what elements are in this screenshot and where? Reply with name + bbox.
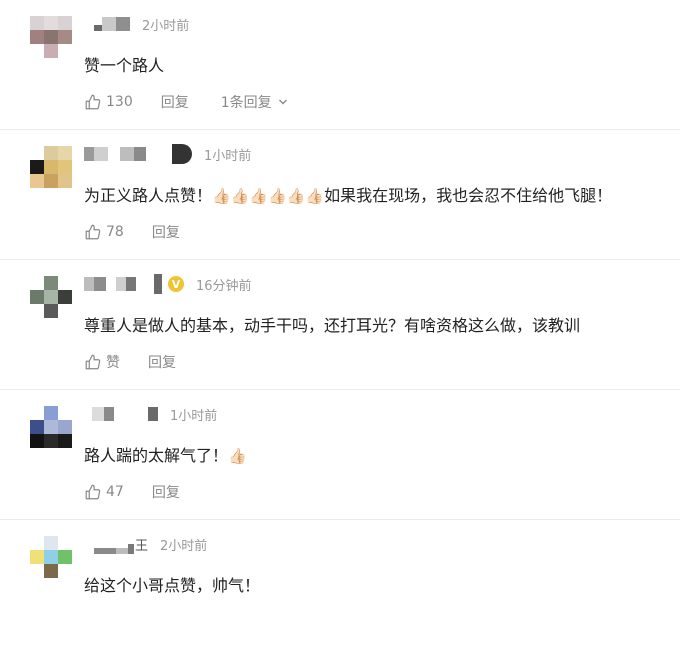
comment-actions: 130 回复 1条回复 [84, 92, 288, 112]
thumbs-up-icon [85, 484, 101, 500]
comment-meta: 1小时前 [84, 404, 217, 424]
username[interactable] [84, 407, 158, 421]
like-button[interactable]: 47 [84, 483, 124, 501]
comment-meta: V 16分钟前 [84, 274, 252, 294]
username[interactable]: 王 [84, 535, 148, 554]
comment-text: 为正义路人点赞！👍🏻👍🏻👍🏻👍🏻👍🏻👍🏻如果我在现场，我也会忍不住给他飞腿！ [84, 186, 613, 205]
avatar[interactable] [30, 536, 72, 578]
comment-list: 2小时前 赞一个路人 130 回复 1条回复 1小时前 为正义路人点赞！👍🏻👍🏻… [0, 0, 680, 650]
username[interactable] [84, 147, 146, 161]
thumbs-up-icon [85, 354, 101, 370]
thumbs-up-emoji: 👍🏻👍🏻👍🏻👍🏻👍🏻👍🏻 [212, 187, 325, 205]
comment-text: 给这个小哥点赞，帅气！ [84, 576, 261, 595]
like-count: 130 [106, 94, 133, 110]
like-label: 赞 [106, 355, 120, 371]
avatar[interactable] [30, 146, 72, 188]
username[interactable] [84, 274, 162, 294]
avatar[interactable] [30, 16, 72, 58]
comment-time: 2小时前 [160, 538, 208, 554]
comment-item: 王 2小时前 给这个小哥点赞，帅气！ [0, 520, 680, 650]
comment-item: 2小时前 赞一个路人 130 回复 1条回复 [0, 0, 680, 130]
reply-button[interactable]: 回复 [152, 482, 180, 502]
like-count: 47 [106, 484, 124, 500]
avatar[interactable] [30, 406, 72, 448]
reply-count-label: 1条回复 [220, 95, 272, 111]
thumbs-up-icon [85, 224, 101, 240]
comment-time: 1小时前 [170, 408, 218, 424]
comment-text: 尊重人是做人的基本，动手干吗，还打耳光？有啥资格这么做，该教训 [84, 316, 581, 335]
comment-meta: 1小时前 [84, 144, 251, 164]
comment-meta: 2小时前 [84, 14, 189, 34]
comment-text: 路人踹的太解气了！👍🏻 [84, 446, 247, 465]
thumbs-up-emoji: 👍🏻 [228, 447, 247, 465]
name-glyph [172, 144, 192, 164]
comment-time: 16分钟前 [196, 278, 252, 294]
comment-meta: 王 2小时前 [84, 534, 207, 554]
comment-item: 1小时前 路人踹的太解气了！👍🏻 47 回复 [0, 390, 680, 520]
comment-item: V 16分钟前 尊重人是做人的基本，动手干吗，还打耳光？有啥资格这么做，该教训 … [0, 260, 680, 390]
comment-text: 赞一个路人 [84, 56, 165, 75]
chevron-down-icon [278, 99, 287, 105]
like-button[interactable]: 赞 [84, 352, 120, 372]
comment-time: 2小时前 [142, 18, 190, 34]
like-button[interactable]: 78 [84, 223, 124, 241]
comment-actions: 47 回复 [84, 482, 180, 502]
username-suffix: 王 [135, 538, 149, 554]
comment-actions: 78 回复 [84, 222, 180, 242]
verified-badge-icon: V [168, 276, 184, 292]
reply-button[interactable]: 回复 [161, 92, 189, 112]
like-count: 78 [106, 224, 124, 240]
thumbs-up-icon [85, 94, 101, 110]
reply-button[interactable]: 回复 [148, 352, 176, 372]
view-replies-button[interactable]: 1条回复 [221, 92, 288, 112]
like-button[interactable]: 130 [84, 93, 133, 111]
comment-item: 1小时前 为正义路人点赞！👍🏻👍🏻👍🏻👍🏻👍🏻👍🏻如果我在现场，我也会忍不住给他… [0, 130, 680, 260]
comment-actions: 赞 回复 [84, 352, 176, 372]
avatar[interactable] [30, 276, 72, 318]
comment-time: 1小时前 [204, 148, 252, 164]
reply-button[interactable]: 回复 [152, 222, 180, 242]
username[interactable] [84, 17, 130, 31]
